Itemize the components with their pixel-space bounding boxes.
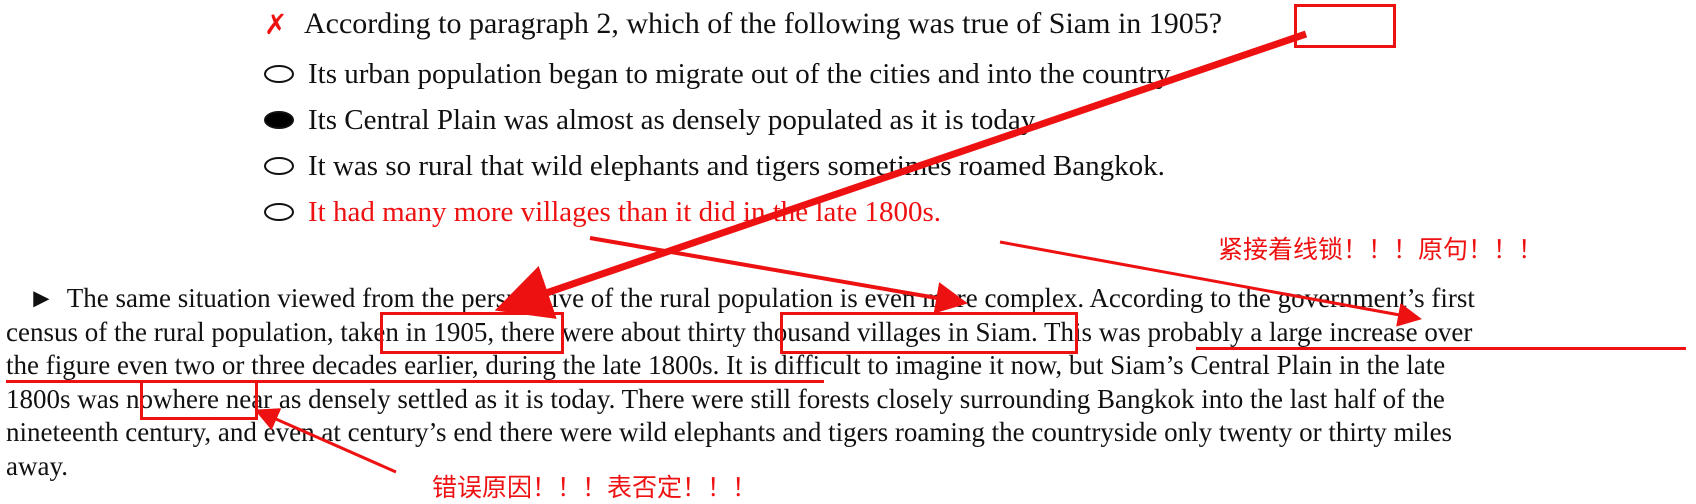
option-text: Its urban population began to migrate ou… — [308, 58, 1176, 90]
radio-empty-icon[interactable] — [264, 65, 294, 83]
underline-increase — [1196, 347, 1686, 350]
bullet-arrow-icon: ► — [28, 283, 55, 313]
radio-selected-icon[interactable] — [264, 111, 294, 129]
wrong-mark-icon: ✗ — [264, 10, 288, 41]
passage-line: ► The same situation viewed from the pers… — [6, 282, 1475, 316]
option-text: Its Central Plain was almost as densely … — [308, 104, 1041, 136]
radio-empty-icon[interactable] — [264, 157, 294, 175]
passage-line: census of the rural population, taken in… — [6, 316, 1473, 347]
underline-late-1800s — [6, 380, 824, 383]
passage-line: away. — [6, 450, 68, 481]
highlight-box-thirty-thousand-villages — [780, 312, 1078, 354]
radio-empty-icon[interactable] — [264, 203, 294, 221]
annotation-note-bottom: 错误原因！！！表否定！！！ — [432, 473, 758, 502]
highlight-box-taken-in-1905 — [380, 312, 564, 354]
passage-line: nineteenth century, and even at century’… — [6, 417, 1453, 447]
passage-line: the figure even two or three decades ear… — [6, 350, 1446, 380]
highlight-box-nowhere — [140, 380, 258, 420]
question-text: According to paragraph 2, which of the f… — [304, 7, 1223, 40]
highlight-box-1905-question — [1294, 4, 1396, 48]
option-text: It was so rural that wild elephants and … — [308, 150, 1165, 182]
annotation-note-right: 紧接着线锁！！！原句！！！ — [1218, 235, 1544, 264]
option-text-correct: It had many more villages than it did in… — [308, 196, 942, 228]
